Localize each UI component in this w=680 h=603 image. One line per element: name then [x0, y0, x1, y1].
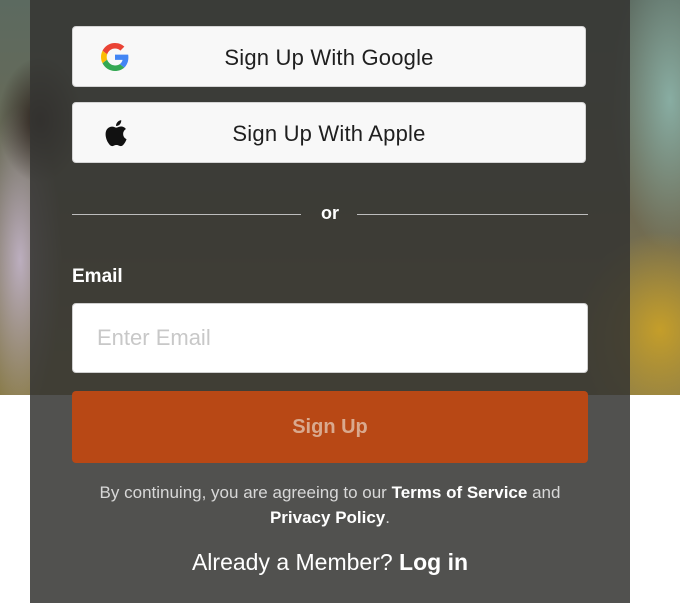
divider-or-text: or [321, 203, 339, 223]
divider-line-right [357, 214, 588, 215]
apple-signup-label: Sign Up With Apple [232, 121, 426, 146]
legal-conjunction-text: and [527, 483, 561, 502]
already-member-prompt: Already a Member? Log in [72, 549, 588, 576]
terms-of-service-link[interactable]: Terms of Service [392, 483, 528, 502]
divider-line-left [72, 214, 301, 215]
apple-signup-button[interactable]: Sign Up With Apple [72, 102, 586, 163]
legal-notice: By continuing, you are agreeing to our T… [72, 480, 588, 530]
legal-prefix-text: By continuing, you are agreeing to our [99, 483, 392, 502]
google-signup-button[interactable]: Sign Up With Google [72, 26, 586, 87]
legal-suffix-text: . [385, 508, 391, 527]
email-label: Email [72, 266, 123, 287]
email-input[interactable] [72, 303, 588, 373]
google-signup-label: Sign Up With Google [224, 45, 434, 70]
already-member-text: Already a Member? [191, 549, 400, 575]
sign-up-button[interactable]: Sign Up [72, 391, 588, 463]
privacy-policy-link[interactable]: Privacy Policy [270, 508, 385, 527]
log-in-link[interactable]: Log in [399, 549, 468, 575]
